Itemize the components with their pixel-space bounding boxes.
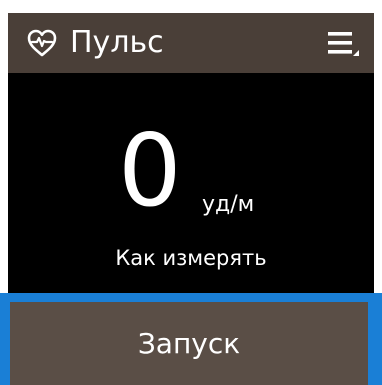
how-to-measure-link[interactable]: Как измерять [8,240,374,276]
start-button-focus-frame: Запуск [0,293,382,385]
menu-button[interactable] [314,13,374,73]
menu-icon [328,32,359,56]
app-title: Пульс [70,25,164,60]
start-button[interactable]: Запуск [10,302,368,385]
heart-rate-reading: 0 уд/м [8,73,374,226]
heart-pulse-icon [27,29,57,57]
heart-rate-value: 0 [118,112,182,229]
heart-rate-unit: уд/м [202,192,255,217]
app-header: Пульс [8,13,374,73]
